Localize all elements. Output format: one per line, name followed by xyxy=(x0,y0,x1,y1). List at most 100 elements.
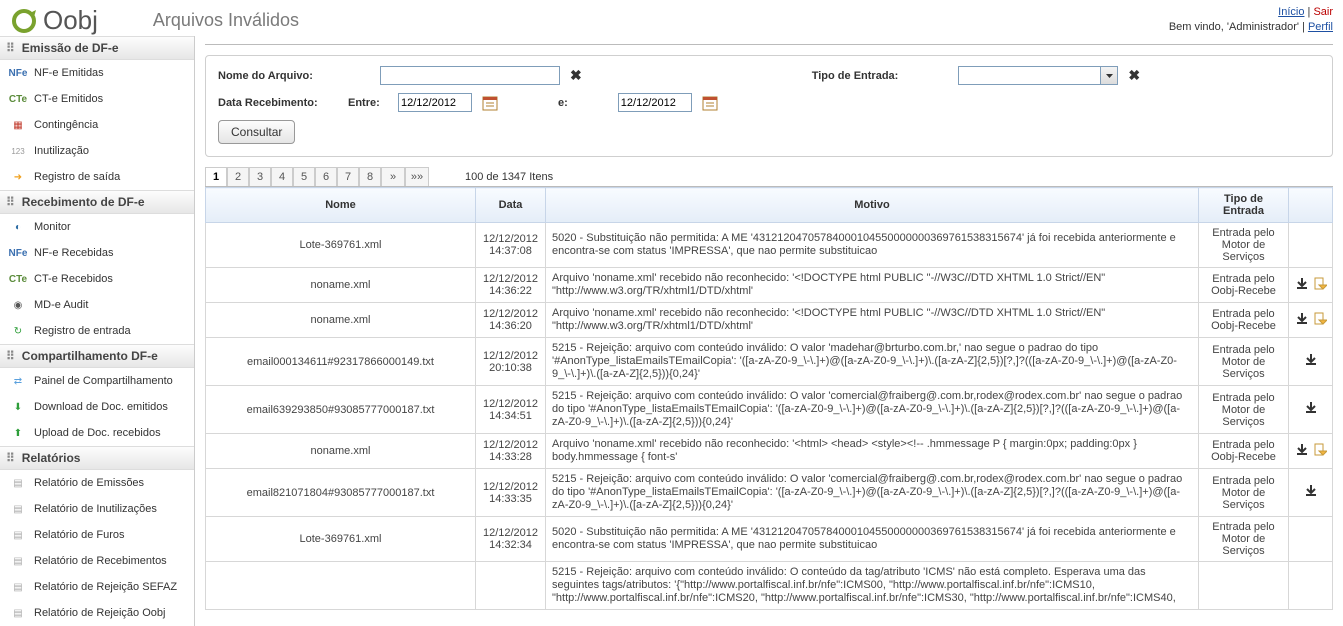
sidebar-item-label: Relatório de Inutilizações xyxy=(34,503,157,515)
sidebar-item-cte-recebidos[interactable]: CTe CT-e Recebidos xyxy=(0,266,194,292)
cell-actions xyxy=(1289,517,1333,562)
sidebar-item-rel-emissoes[interactable]: ▤Relatório de Emissões xyxy=(0,470,194,496)
dots-icon: ⠿ xyxy=(6,349,16,363)
label-data: Data Recebimento: xyxy=(218,97,338,109)
sidebar-group[interactable]: ⠿Emissão de DF-e xyxy=(0,36,194,60)
table-row: email639293850#93085777000187.txt12/12/2… xyxy=(206,386,1333,434)
link-sair[interactable]: Sair xyxy=(1313,6,1333,18)
consultar-button[interactable]: Consultar xyxy=(218,120,295,144)
sidebar-group[interactable]: ⠿Relatórios xyxy=(0,446,194,470)
page-title: Arquivos Inválidos xyxy=(153,10,299,31)
cell-motivo: Arquivo 'noname.xml' recebido não reconh… xyxy=(546,303,1199,338)
sidebar-item-download-doc[interactable]: ⬇Download de Doc. emitidos xyxy=(0,394,194,420)
sidebar-item-registro-saida[interactable]: ➜Registro de saída xyxy=(0,164,194,190)
registro-entrada-icon: ↻ xyxy=(10,323,26,339)
cell-actions xyxy=(1289,303,1333,338)
logo-text: Oobj xyxy=(43,5,98,36)
sidebar-group[interactable]: ⠿Compartilhamento DF-e xyxy=(0,344,194,368)
calendar-icon[interactable] xyxy=(482,95,498,111)
sidebar-item-rel-recebimentos[interactable]: ▤Relatório de Recebimentos xyxy=(0,548,194,574)
link-perfil[interactable]: Perfil xyxy=(1308,21,1333,33)
pager-page[interactable]: 1 xyxy=(205,167,227,186)
sidebar-item-upload-doc[interactable]: ⬆Upload de Doc. recebidos xyxy=(0,420,194,446)
sidebar: ⠿Emissão de DF-eNFeNF-e EmitidasCTeCT-e … xyxy=(0,36,195,626)
download-icon[interactable] xyxy=(1304,353,1318,370)
logo: Oobj xyxy=(10,5,98,36)
cell-tipo: Entrada pelo Motor de Serviços xyxy=(1199,223,1289,268)
doc-warn-icon[interactable] xyxy=(1313,312,1327,329)
cell-actions xyxy=(1289,469,1333,517)
sidebar-item-contingencia[interactable]: ▦ Contingência xyxy=(0,112,194,138)
results-table: Nome Data Motivo Tipo de Entrada Lote-36… xyxy=(205,187,1333,610)
sidebar-item-label: Relatório de Recebimentos xyxy=(34,555,167,567)
sidebar-item-label: CT-e Emitidos xyxy=(34,93,103,105)
upload-doc-icon: ⬆ xyxy=(10,425,26,441)
pager-page[interactable]: 5 xyxy=(293,167,315,186)
calendar-icon[interactable] xyxy=(702,95,718,111)
pager-page[interactable]: 8 xyxy=(359,167,381,186)
input-nome-arquivo[interactable] xyxy=(380,66,560,85)
sidebar-item-nfe-recebidas[interactable]: NFeNF-e Recebidas xyxy=(0,240,194,266)
table-row: noname.xml12/12/2012 14:36:22Arquivo 'no… xyxy=(206,268,1333,303)
pager-page[interactable]: 6 xyxy=(315,167,337,186)
welcome-text: Bem vindo, 'Administrador' | xyxy=(1169,21,1308,33)
cte-recebidos-icon: CTe xyxy=(10,271,26,287)
cell-data xyxy=(476,562,546,610)
sidebar-item-monitor[interactable]: ◐ Monitor xyxy=(0,214,194,240)
sidebar-group[interactable]: ⠿Recebimento de DF-e xyxy=(0,190,194,214)
input-data-inicio[interactable] xyxy=(398,93,472,112)
cell-data: 12/12/2012 14:36:20 xyxy=(476,303,546,338)
dots-icon: ⠿ xyxy=(6,451,16,465)
sidebar-item-painel-compart[interactable]: ⇄Painel de Compartilhamento xyxy=(0,368,194,394)
clear-nome-icon[interactable]: ✖ xyxy=(570,67,582,84)
th-data[interactable]: Data xyxy=(476,188,546,223)
sidebar-item-inutilizacao[interactable]: 123Inutilização xyxy=(0,138,194,164)
th-nome[interactable]: Nome xyxy=(206,188,476,223)
inutilizacao-icon: 123 xyxy=(10,143,26,159)
sidebar-item-label: Relatório de Rejeição Oobj xyxy=(34,607,165,619)
select-tipo-entrada[interactable] xyxy=(958,66,1118,85)
cell-nome: Lote-369761.xml xyxy=(206,517,476,562)
sidebar-item-label: Relatório de Rejeição SEFAZ xyxy=(34,581,177,593)
sidebar-item-mde-audit[interactable]: ◉MD-e Audit xyxy=(0,292,194,318)
download-icon[interactable] xyxy=(1295,277,1309,294)
doc-warn-icon[interactable] xyxy=(1313,443,1327,460)
sidebar-item-label: Registro de saída xyxy=(34,171,120,183)
sidebar-item-rel-rej-oobj[interactable]: ▤Relatório de Rejeição Oobj xyxy=(0,600,194,626)
cell-actions xyxy=(1289,562,1333,610)
link-inicio[interactable]: Início xyxy=(1278,6,1304,18)
label-e: e: xyxy=(558,97,568,109)
sidebar-item-rel-rej-sefaz[interactable]: ▤Relatório de Rejeição SEFAZ xyxy=(0,574,194,600)
contingencia-icon: ▦ xyxy=(10,117,26,133)
pager-page[interactable]: 4 xyxy=(271,167,293,186)
dots-icon: ⠿ xyxy=(6,195,16,209)
download-icon[interactable] xyxy=(1304,401,1318,418)
sidebar-item-label: CT-e Recebidos xyxy=(34,273,113,285)
pager-page[interactable]: 7 xyxy=(337,167,359,186)
sidebar-item-label: Monitor xyxy=(34,221,71,233)
cell-nome: noname.xml xyxy=(206,303,476,338)
sidebar-item-rel-inutil[interactable]: ▤Relatório de Inutilizações xyxy=(0,496,194,522)
download-icon[interactable] xyxy=(1304,484,1318,501)
sidebar-item-label: Contingência xyxy=(34,119,98,131)
cell-tipo xyxy=(1199,562,1289,610)
monitor-icon: ◐ xyxy=(10,219,26,235)
clear-tipo-icon[interactable]: ✖ xyxy=(1128,67,1140,84)
download-icon[interactable] xyxy=(1295,443,1309,460)
th-tipo[interactable]: Tipo de Entrada xyxy=(1199,188,1289,223)
pager-next[interactable]: » xyxy=(381,167,405,186)
doc-warn-icon[interactable] xyxy=(1313,277,1327,294)
pager-page[interactable]: 2 xyxy=(227,167,249,186)
sidebar-item-label: NF-e Emitidas xyxy=(34,67,104,79)
sidebar-item-rel-furos[interactable]: ▤Relatório de Furos xyxy=(0,522,194,548)
pager-page[interactable]: 3 xyxy=(249,167,271,186)
cell-motivo: 5020 - Substituição não permitida: A ME … xyxy=(546,223,1199,268)
input-data-fim[interactable] xyxy=(618,93,692,112)
pager-last[interactable]: »» xyxy=(405,167,429,186)
sidebar-item-cte-emitidos[interactable]: CTeCT-e Emitidos xyxy=(0,86,194,112)
sidebar-item-nfe-emitidas[interactable]: NFeNF-e Emitidas xyxy=(0,60,194,86)
cell-motivo: 5215 - Rejeição: arquivo com conteúdo in… xyxy=(546,469,1199,517)
download-icon[interactable] xyxy=(1295,312,1309,329)
th-motivo[interactable]: Motivo xyxy=(546,188,1199,223)
sidebar-item-registro-entrada[interactable]: ↻Registro de entrada xyxy=(0,318,194,344)
